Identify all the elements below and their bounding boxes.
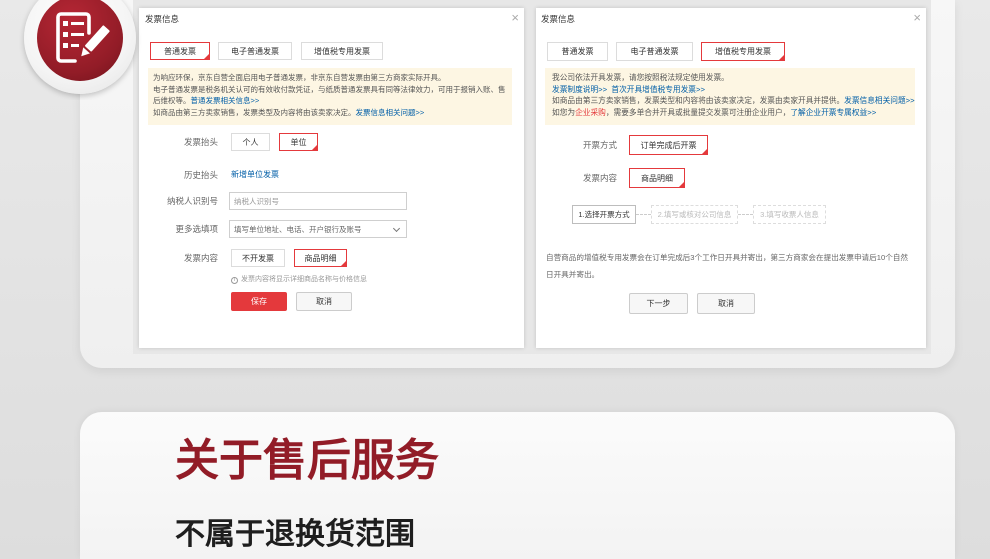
invoice-dialog-general: 发票信息 普通发票 电子普通发票 增值税专用发票 为响应环保，京东自营全面启用电… — [139, 8, 524, 348]
save-button[interactable]: 保存 — [231, 292, 287, 311]
tab-general-invoice[interactable]: 普通发票 — [547, 42, 608, 61]
close-icon[interactable] — [913, 11, 921, 24]
tab-vat-invoice[interactable]: 增值税专用发票 — [301, 42, 383, 60]
invoice-dialog-vat: 发票信息 普通发票 电子普通发票 增值税专用发票 我公司依法开具发票，请您按照税… — [536, 8, 926, 348]
notice-line: 如商品由第三方卖家销售，发票类型和内容将由该卖家决定，发票由卖家开具并提供。发票… — [552, 95, 915, 107]
history-title-label: 历史抬头 — [183, 170, 218, 180]
close-icon[interactable] — [511, 11, 519, 24]
notice-line: 发票制度说明>> 首次开具增值税专用发票>> — [552, 84, 910, 96]
content-hint: 发票内容将显示详细商品名称与价格信息 — [231, 275, 367, 285]
notice-text: ，需要多单合并开具或批量提交发票可注册企业用户， — [605, 107, 791, 117]
dialog-title: 发票信息 — [145, 14, 180, 24]
list-line — [71, 33, 84, 36]
chevron-down-icon — [392, 224, 401, 233]
step-recipient-info: 3.填写收票人信息 — [753, 205, 826, 224]
tax-id-label: 纳税人识别号 — [166, 196, 218, 206]
invoice-faq-link[interactable]: 发票信息相关问题>> — [356, 108, 425, 117]
notice-line: 电子普通发票是税务机关认可的有效收付款凭证，与纸质普通发票具有同等法律效力，可用… — [153, 84, 506, 94]
list-bullet — [63, 43, 68, 48]
next-step-button[interactable]: 下一步 — [629, 293, 688, 314]
cancel-button[interactable]: 取消 — [697, 293, 755, 314]
list-line — [71, 22, 84, 25]
step-choose-method: 1.选择开票方式 — [572, 205, 636, 224]
badge-ring — [24, 0, 136, 94]
notice-text: 如商品由第三方卖家销售，发票类型及内容将由该卖家决定。 — [153, 107, 356, 117]
option-item-details[interactable]: 商品明细 — [294, 249, 347, 267]
option-personal[interactable]: 个人 — [231, 133, 270, 151]
notice-line: 后维权等。普通发票相关信息>> — [153, 95, 507, 107]
dialog-title: 发票信息 — [541, 14, 576, 24]
notice-text: 如您为 — [552, 107, 576, 117]
tab-electronic-invoice[interactable]: 电子普通发票 — [218, 42, 292, 60]
pen — [81, 25, 110, 57]
pen-tip — [81, 47, 90, 57]
notice-line: 我公司依法开具发票，请您按照税法规定使用发票。 — [552, 73, 729, 82]
vat-note-line: 日开具并寄出。 — [546, 270, 600, 279]
general-invoice-info-link[interactable]: 普通发票相关信息>> — [191, 96, 260, 105]
optional-fields-select[interactable]: 填写单位地址、电话、开户银行及账号 — [229, 220, 407, 238]
invoice-content-label: 发票内容 — [183, 253, 218, 263]
optional-fields-value: 填写单位地址、电话、开户银行及账号 — [234, 224, 362, 234]
invoice-policy-link[interactable]: 发票制度说明>> — [552, 85, 607, 94]
section-subtitle: 不属于退换货范围 — [175, 518, 415, 551]
tax-id-input[interactable] — [229, 192, 407, 210]
enterprise-purchase-highlight[interactable]: 企业采购 — [575, 108, 606, 117]
tab-vat-invoice[interactable]: 增值税专用发票 — [701, 42, 785, 61]
step-connector — [636, 214, 651, 215]
invoice-method-label: 开票方式 — [582, 140, 617, 150]
section-title: 关于售后服务 — [175, 436, 439, 485]
first-vat-invoice-link[interactable]: 首次开具增值税专用发票>> — [611, 85, 705, 94]
add-company-invoice-link[interactable]: 新增单位发票 — [231, 169, 279, 181]
notice-line: 如商品由第三方卖家销售，发票类型及内容将由该卖家决定。发票信息相关问题>> — [153, 107, 507, 119]
option-no-invoice[interactable]: 不开发票 — [231, 249, 285, 267]
invoice-title-label: 发票抬头 — [183, 137, 218, 147]
notice-text: 后维权等。 — [153, 96, 191, 105]
notice-text: 如商品由第三方卖家销售，发票类型和内容将由该卖家决定，发票由卖家开具并提供。 — [552, 96, 845, 105]
invoice-badge — [18, 0, 142, 100]
list-bullet — [63, 21, 68, 26]
invoice-content-label: 发票内容 — [582, 173, 617, 183]
notice-box: 我公司依法开具发票，请您按照税法规定使用发票。 发票制度说明>> 首次开具增值税… — [545, 68, 915, 125]
info-icon — [231, 276, 238, 284]
content-hint-text: 发票内容将显示详细商品名称与价格信息 — [241, 276, 367, 283]
invoice-edit-icon — [56, 12, 110, 63]
vat-note-line: 自营商品的增值税专用发票会在订单完成后3个工作日开具并寄出，第三方商家会在提出发… — [546, 253, 908, 262]
tab-general-invoice[interactable]: 普通发票 — [150, 42, 210, 60]
step-connector — [738, 214, 753, 215]
invoice-faq-link[interactable]: 发票信息相关问题>> — [844, 96, 914, 105]
vat-note: 自营商品的增值税专用发票会在订单完成后3个工作日开具并寄出，第三方商家会在提出发… — [546, 249, 908, 283]
tab-electronic-invoice[interactable]: 电子普通发票 — [616, 42, 693, 61]
badge-circle — [37, 0, 123, 81]
list-line — [71, 44, 79, 47]
option-company[interactable]: 单位 — [279, 133, 318, 151]
notice-box: 为响应环保，京东自营全面启用电子普通发票，非京东自营发票由第三方商家实际开具。 … — [148, 68, 512, 125]
list-bullet — [63, 32, 68, 37]
optional-fields-label: 更多选填项 — [175, 224, 218, 234]
cancel-button[interactable]: 取消 — [296, 292, 352, 311]
step-company-info: 2.填写或核对公司信息 — [651, 205, 738, 224]
option-item-details[interactable]: 商品明细 — [629, 168, 685, 188]
notice-line: 如您为企业采购，需要多单合并开具或批量提交发票可注册企业用户，了解企业开票专属权… — [552, 107, 910, 119]
enterprise-benefits-link[interactable]: 了解企业开票专属权益>> — [790, 108, 876, 117]
notice-line: 为响应环保，京东自营全面启用电子普通发票，非京东自营发票由第三方商家实际开具。 — [153, 73, 446, 82]
option-after-order-complete[interactable]: 订单完成后开票 — [629, 135, 708, 155]
